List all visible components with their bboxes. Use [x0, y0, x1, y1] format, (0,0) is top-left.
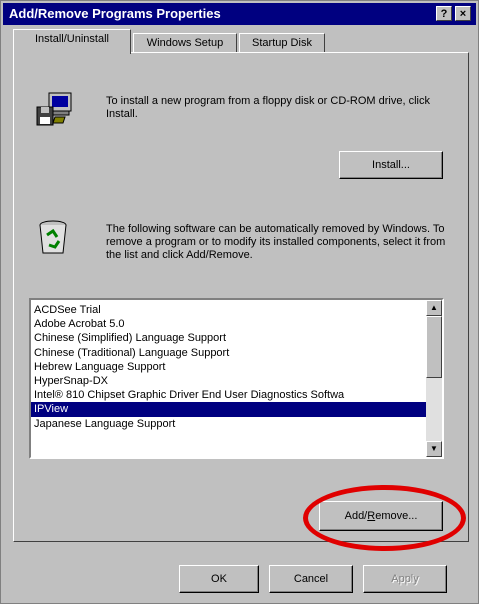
computer-floppy-icon [36, 92, 72, 126]
cancel-button[interactable]: Cancel [269, 565, 353, 593]
scroll-up-arrow-icon[interactable]: ▲ [426, 300, 442, 316]
list-item[interactable]: ACDSee Trial [31, 303, 428, 317]
install-uninstall-panel [13, 52, 469, 542]
add-remove-programs-dialog: Add/Remove Programs Properties ? × Insta… [0, 0, 479, 604]
apply-button[interactable]: Apply [363, 565, 447, 593]
ok-button[interactable]: OK [179, 565, 259, 593]
list-item[interactable]: Chinese (Simplified) Language Support [31, 331, 428, 345]
add-remove-label-suffix: emove... [375, 510, 418, 522]
tab-startup-disk[interactable]: Startup Disk [239, 33, 325, 53]
list-item[interactable]: Chinese (Traditional) Language Support [31, 346, 428, 360]
list-item[interactable]: HyperSnap-DX [31, 374, 428, 388]
list-item[interactable]: Hebrew Language Support [31, 360, 428, 374]
title-bar: Add/Remove Programs Properties ? × [3, 3, 476, 25]
scroll-thumb[interactable] [426, 316, 442, 378]
add-remove-label-prefix: Add/ [344, 510, 368, 522]
help-button[interactable]: ? [436, 6, 452, 21]
list-item-selected[interactable]: IPView [31, 402, 428, 417]
list-item[interactable]: Japanese Language Support [31, 417, 428, 431]
add-remove-button[interactable]: Add/Remove... [319, 501, 443, 531]
list-item[interactable]: Adobe Acrobat 5.0 [31, 317, 428, 331]
recycle-bin-icon [39, 220, 67, 254]
list-scrollbar[interactable]: ▲ ▼ [426, 300, 442, 457]
program-list-items: ACDSee Trial Adobe Acrobat 5.0 Chinese (… [31, 303, 428, 431]
tab-install-uninstall[interactable]: Install/Uninstall [13, 29, 131, 54]
scroll-down-arrow-icon[interactable]: ▼ [426, 441, 442, 457]
tab-windows-setup[interactable]: Windows Setup [133, 33, 237, 53]
add-remove-label-accel: R [367, 510, 376, 522]
install-button[interactable]: Install... [339, 151, 443, 179]
installed-programs-list[interactable]: ACDSee Trial Adobe Acrobat 5.0 Chinese (… [29, 298, 444, 459]
install-description: To install a new program from a floppy d… [106, 95, 430, 120]
tab-strip: Install/Uninstall Windows Setup Startup … [13, 29, 473, 54]
close-button[interactable]: × [455, 6, 471, 21]
list-item[interactable]: Intel® 810 Chipset Graphic Driver End Us… [31, 388, 428, 402]
window-title: Add/Remove Programs Properties [9, 6, 221, 21]
remove-description: The following software can be automatica… [106, 223, 446, 261]
